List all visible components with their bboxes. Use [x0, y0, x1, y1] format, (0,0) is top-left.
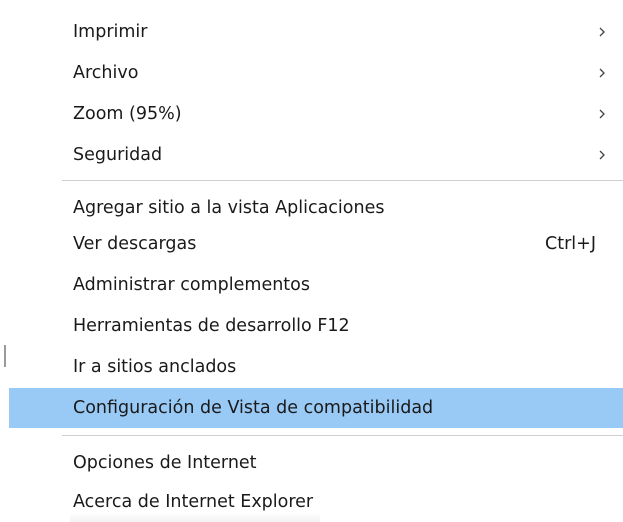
menu-item-label: Ver descargas	[73, 234, 197, 254]
menu-item-label: Opciones de Internet	[73, 453, 257, 473]
menu-item-imprimir[interactable]: Imprimir	[9, 12, 623, 52]
menu-item-opciones-internet[interactable]: Opciones de Internet	[9, 443, 623, 483]
menu-item-shortcut: Ctrl+J	[545, 234, 596, 254]
menu-item-label: Herramientas de desarrollo F12	[73, 316, 350, 336]
chevron-right-icon	[599, 109, 605, 119]
chevron-right-icon	[599, 150, 605, 160]
menu-item-label: Configuración de Vista de compatibilidad	[73, 398, 434, 418]
menu-item-label: Archivo	[73, 63, 139, 83]
chevron-right-icon	[599, 68, 605, 78]
menu-item-archivo[interactable]: Archivo	[9, 53, 623, 93]
menu-item-label: Administrar complementos	[73, 275, 310, 295]
menu-item-zoom[interactable]: Zoom (95%)	[9, 94, 623, 134]
menu-bottom-edge	[70, 513, 320, 522]
menu-item-ir-sitios-anclados[interactable]: Ir a sitios anclados	[9, 347, 623, 387]
menu-item-seguridad[interactable]: Seguridad	[9, 135, 623, 175]
menu-item-label: Agregar sitio a la vista Aplicaciones	[73, 198, 385, 218]
chevron-right-icon	[599, 27, 605, 37]
menu-item-administrar-complementos[interactable]: Administrar complementos	[9, 265, 623, 305]
window-edge-mark	[4, 345, 6, 367]
menu-separator	[62, 435, 623, 436]
menu-item-ver-descargas[interactable]: Ver descargas Ctrl+J	[9, 224, 623, 264]
menu-item-label: Zoom (95%)	[73, 104, 182, 124]
menu-item-label: Imprimir	[73, 22, 148, 42]
menu-item-configuracion-compatibilidad[interactable]: Configuración de Vista de compatibilidad	[9, 388, 623, 428]
menu-item-label: Ir a sitios anclados	[73, 357, 237, 377]
menu-item-label: Seguridad	[73, 145, 163, 165]
menu-item-herramientas-desarrollo[interactable]: Herramientas de desarrollo F12	[9, 306, 623, 346]
menu-item-agregar-sitio[interactable]: Agregar sitio a la vista Aplicaciones	[9, 188, 623, 228]
menu-separator	[62, 180, 623, 181]
